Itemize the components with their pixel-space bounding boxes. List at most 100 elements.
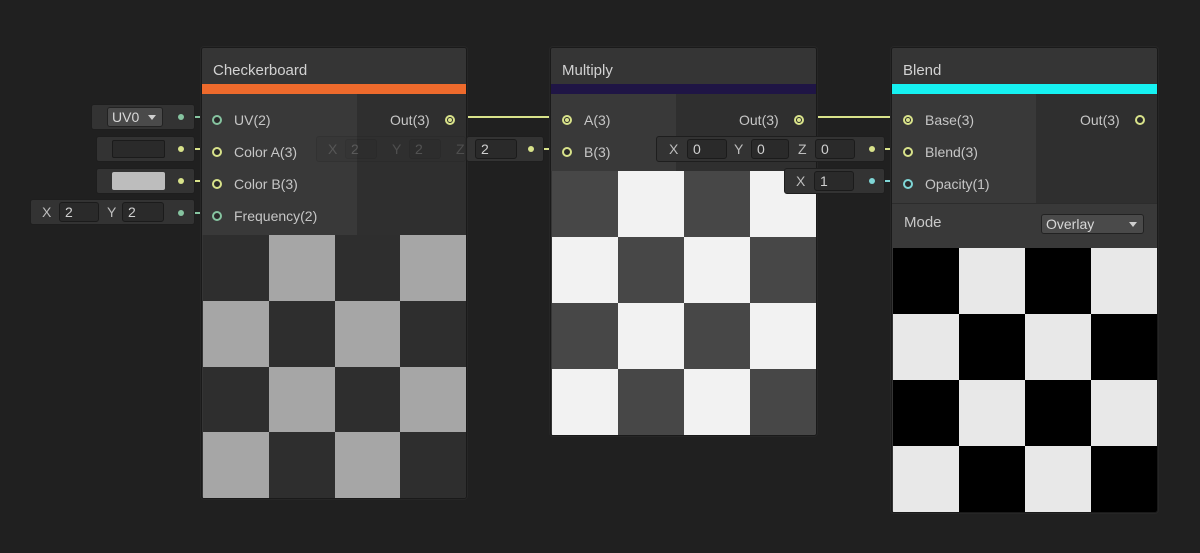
port-blend-out-label: Out(3) [1080, 112, 1120, 128]
port-blend-out[interactable]: Out(3) [1080, 104, 1145, 136]
blend-z-label: Z [798, 141, 807, 157]
multiply-b-ghost-box: X 2 Y 2 Z [316, 136, 466, 162]
port-multiply-b-socket[interactable] [562, 147, 572, 157]
port-blend-base-label: Base(3) [925, 112, 975, 128]
port-checker-out-socket[interactable] [445, 115, 455, 125]
checker-cell [959, 380, 1025, 446]
checker-cell [552, 171, 618, 237]
blend-mode-label: Mode [904, 214, 942, 231]
port-multiply-b-label: B(3) [584, 144, 611, 160]
blend-preview [893, 248, 1157, 512]
checker-cell [959, 248, 1025, 314]
checkerboard-accent-bar [202, 84, 466, 94]
checker-cell [400, 235, 466, 301]
checker-cell [268, 235, 335, 301]
blend-z-field[interactable]: 0 [815, 139, 855, 159]
port-color-b-socket[interactable] [212, 179, 222, 189]
checker-cell [1025, 446, 1091, 512]
port-blend-blend-label: Blend(3) [925, 144, 978, 160]
blend-x-label: X [669, 141, 679, 157]
checker-cell [552, 237, 618, 303]
blend-accent-bar [892, 84, 1157, 94]
checker-cell [684, 303, 750, 369]
port-frequency-label: Frequency(2) [234, 208, 318, 224]
uv-dropdown[interactable]: UV0 [107, 107, 163, 127]
port-multiply-out[interactable]: Out(3) [739, 104, 804, 136]
ghost-x-label: X [328, 141, 338, 157]
checker-cell [618, 237, 684, 303]
blend-mode-dropdown[interactable]: Overlay [1041, 214, 1144, 234]
color-a-swatch[interactable] [112, 140, 165, 158]
checker-cell [400, 300, 466, 367]
checker-cell [750, 369, 816, 435]
port-color-b-label: Color B(3) [234, 176, 298, 192]
port-frequency-socket[interactable] [212, 211, 222, 221]
port-checker-out[interactable]: Out(3) [390, 104, 455, 136]
checker-cell [959, 314, 1025, 380]
port-blend-opacity-socket[interactable] [903, 179, 913, 189]
opacity-x-field[interactable]: 1 [814, 171, 854, 191]
checker-cell [959, 446, 1025, 512]
checker-cell [203, 366, 269, 433]
checker-cell [1025, 380, 1091, 446]
blend-opacity-connector-dot [869, 178, 875, 184]
ghost-x-field: 2 [345, 139, 377, 159]
checker-cell [552, 369, 618, 435]
checker-cell [750, 237, 816, 303]
checker-cell [893, 314, 959, 380]
checker-cell [203, 432, 269, 498]
checker-cell [1091, 248, 1157, 314]
blend-blend-connector-dot [869, 146, 875, 152]
checkerboard-node[interactable]: Checkerboard UV(2) Color A(3) Color B(3)… [201, 47, 467, 499]
multiply-accent-bar [551, 84, 816, 94]
frequency-x-field[interactable]: 2 [59, 202, 99, 222]
port-blend-blend-socket[interactable] [903, 147, 913, 157]
blend-y-label: Y [734, 141, 744, 157]
checker-cell [893, 446, 959, 512]
frequency-y-field[interactable]: 2 [122, 202, 164, 222]
frequency-input-box: X 2 Y 2 [30, 199, 195, 225]
checker-cell [684, 237, 750, 303]
port-multiply-out-socket[interactable] [794, 115, 804, 125]
checker-cell [618, 171, 684, 237]
checker-cell [1025, 248, 1091, 314]
uv-dropdown-value: UV0 [112, 109, 140, 125]
multiply-node[interactable]: Multiply A(3) B(3) Out(3) [550, 47, 817, 436]
checker-cell [203, 300, 269, 367]
checker-cell [1091, 314, 1157, 380]
graph-canvas[interactable]: Checkerboard UV(2) Color A(3) Color B(3)… [0, 0, 1200, 553]
port-uv-socket[interactable] [212, 115, 222, 125]
checker-cell [552, 303, 618, 369]
port-blend-base-socket[interactable] [903, 115, 913, 125]
port-multiply-out-label: Out(3) [739, 112, 779, 128]
port-multiply-a-label: A(3) [584, 112, 611, 128]
checkerboard-preview [203, 235, 466, 498]
blend-y-field[interactable]: 0 [751, 139, 789, 159]
checker-cell [1091, 446, 1157, 512]
checker-cell [684, 369, 750, 435]
blend-blend-input-box: X 0 Y 0 Z 0 [656, 136, 885, 162]
port-blend-out-socket[interactable] [1135, 115, 1145, 125]
port-multiply-a-socket[interactable] [562, 115, 572, 125]
checker-cell [334, 366, 401, 433]
checker-cell [400, 432, 466, 498]
color-a-connector-dot [178, 146, 184, 152]
frequency-y-label: Y [107, 204, 117, 220]
blend-mode-row: Mode Overlay [892, 203, 1157, 249]
checker-cell [1025, 314, 1091, 380]
checker-cell [893, 380, 959, 446]
checker-cell [268, 300, 335, 367]
checker-cell [618, 303, 684, 369]
port-blend-opacity-label: Opacity(1) [925, 176, 990, 192]
color-b-connector-dot [178, 178, 184, 184]
blend-node[interactable]: Blend Base(3) Blend(3) Opacity(1) Out(3)… [891, 47, 1158, 513]
uv-connector-dot [178, 114, 184, 120]
blend-title: Blend [892, 48, 1157, 84]
multiply-b-z-field[interactable]: 2 [475, 139, 517, 159]
checker-cell [618, 369, 684, 435]
checker-cell [334, 300, 401, 367]
color-b-swatch[interactable] [112, 172, 165, 190]
port-color-a-socket[interactable] [212, 147, 222, 157]
blend-x-field[interactable]: 0 [687, 139, 727, 159]
checker-cell [334, 432, 401, 498]
